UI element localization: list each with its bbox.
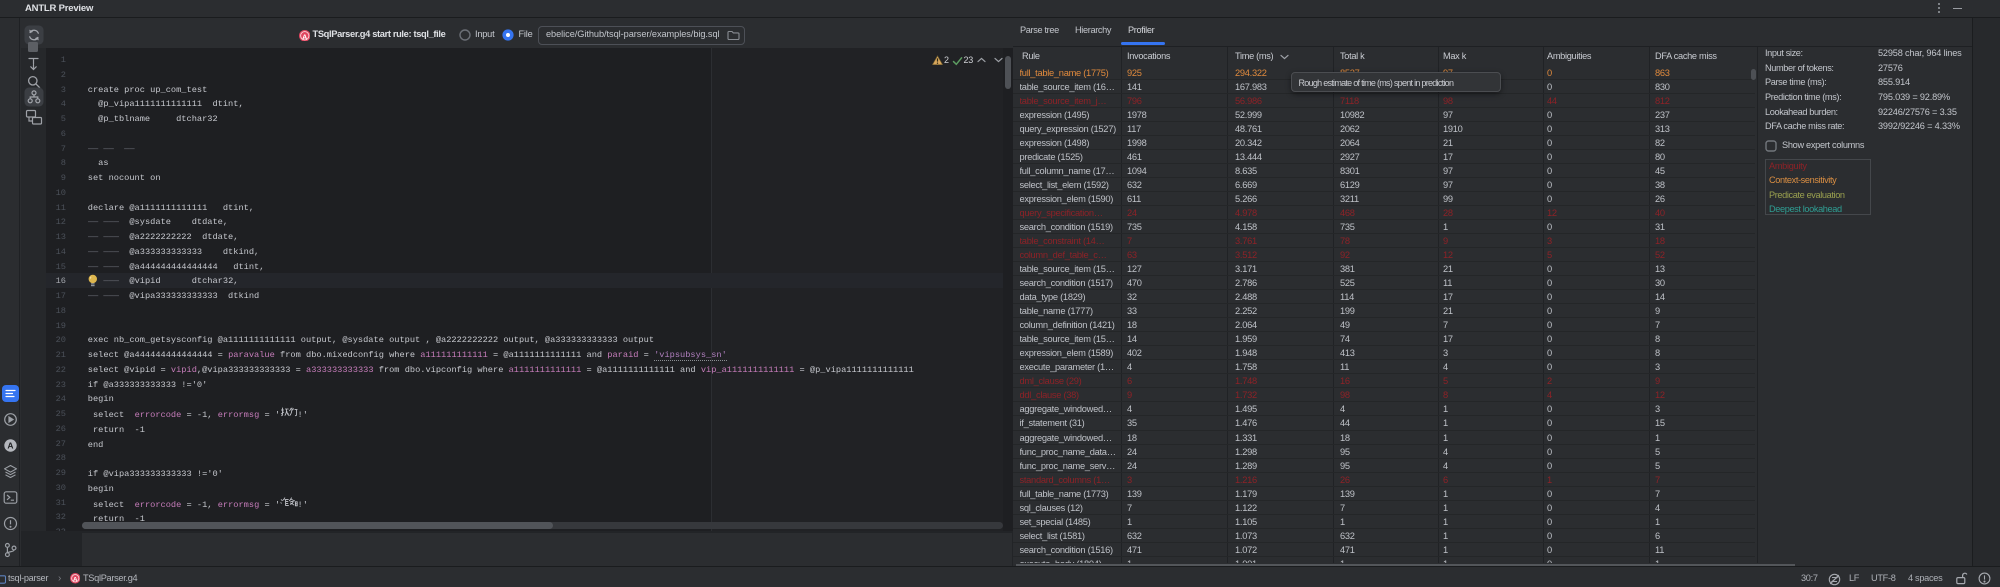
svg-text:A: A	[7, 441, 13, 451]
svg-text:A: A	[72, 577, 77, 584]
svg-text:A: A	[302, 33, 307, 41]
